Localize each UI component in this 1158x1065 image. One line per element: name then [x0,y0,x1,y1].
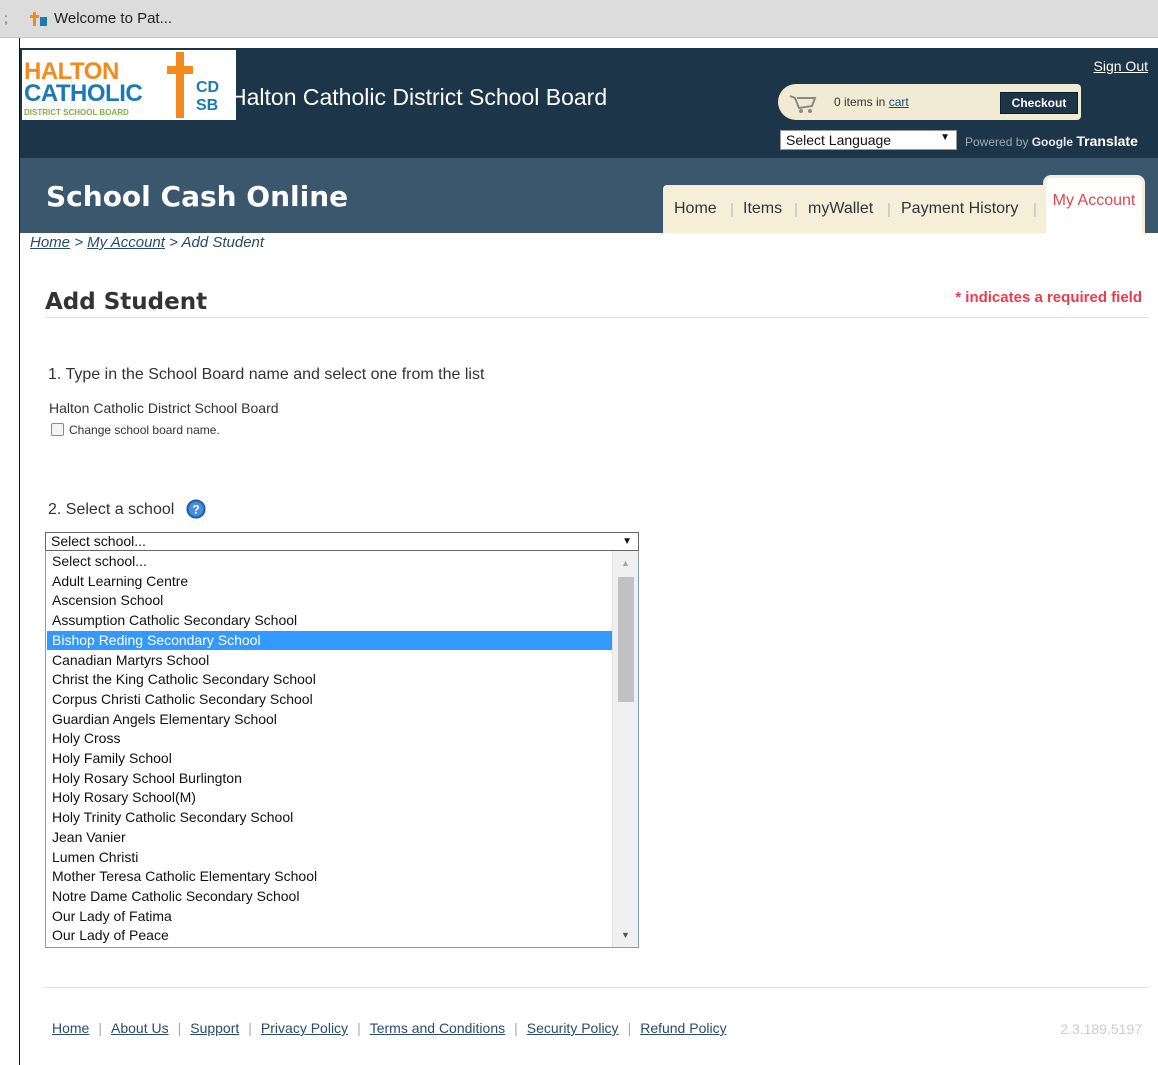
school-option[interactable]: Our Lady of Peace [47,926,613,946]
version-number: 2.3.189.5197 [1060,1021,1142,1037]
footer-link-refund[interactable]: Refund Policy [640,1020,726,1036]
school-option[interactable]: Holy Cross [47,729,613,749]
tab-edge: ; [4,10,8,26]
cart-summary: 0 items in cart [834,95,909,109]
nav-tab-mywallet[interactable]: myWallet [808,200,873,218]
dropdown-arrow-icon: ▼ [622,536,632,547]
dropdown-arrow-icon: ▼ [940,132,950,143]
cart-count-text: 0 items in [834,95,886,109]
school-option[interactable]: Lumen Christi [47,848,613,868]
shopping-cart-icon [789,95,817,113]
nav-tab-items[interactable]: Items [743,200,782,218]
footer-separator: | [627,1020,632,1036]
scroll-up-arrow-icon[interactable]: ▲ [613,551,638,575]
school-option[interactable]: Notre Dame Catholic Secondary School [47,887,613,907]
browser-tab-title[interactable]: Welcome to Pat... [54,10,172,27]
scroll-down-arrow-icon[interactable]: ▼ [613,923,638,947]
page-title: Add Student [45,289,208,315]
footer-link-home[interactable]: Home [52,1020,89,1036]
google-logo-text: Google [1031,135,1074,149]
school-option[interactable]: Corpus Christi Catholic Secondary School [47,690,613,710]
school-option[interactable]: Ascension School [47,591,613,611]
logo-line-catholic: CATHOLIC [24,80,143,107]
nav-band: School Cash Online Home | Items | myWall… [20,158,1158,233]
nav-tab-my-account[interactable]: My Account [1043,175,1145,233]
footer-link-privacy[interactable]: Privacy Policy [261,1020,348,1036]
browser-tab-bar: ; Welcome to Pat... [0,0,1158,38]
school-option[interactable]: Mother Teresa Catholic Elementary School [47,867,613,887]
school-dropdown-list[interactable]: Select school... Adult Learning Centre Asc… [45,551,639,948]
school-option[interactable]: Select school... [47,552,613,572]
language-select[interactable]: Select Language ▼ [780,130,957,150]
google-translate-credit: Powered by Google Translate [965,133,1138,149]
footer-link-terms[interactable]: Terms and Conditions [370,1020,505,1036]
site-title: School Cash Online [46,180,349,213]
nav-tab-payment-history[interactable]: Payment History [901,200,1018,218]
school-option[interactable]: Holy Family School [47,749,613,769]
svg-text:?: ? [192,503,199,517]
school-option[interactable]: Jean Vanier [47,828,613,848]
breadcrumb-separator: > [169,234,178,251]
sign-out-link[interactable]: Sign Out [1094,58,1148,74]
school-option[interactable]: Holy Rosary School Burlington [47,769,613,789]
school-option[interactable]: Our Lady of Fatima [47,907,613,927]
breadcrumb-separator: > [74,234,83,251]
scroll-thumb[interactable] [618,577,634,702]
cart-link[interactable]: cart [889,95,909,109]
school-select-value: Select school... [51,533,146,549]
school-option[interactable]: Bishop Reding Secondary School [47,630,613,651]
board-logo[interactable]: HALTON CATHOLIC DISTRICT SCHOOL BOARD CD… [22,50,236,120]
help-icon[interactable]: ? [186,499,206,519]
breadcrumb-my-account[interactable]: My Account [87,234,165,251]
school-option[interactable]: Canadian Martyrs School [47,651,613,671]
breadcrumb-current: Add Student [181,234,265,251]
footer-link-security[interactable]: Security Policy [527,1020,619,1036]
school-option[interactable]: Guardian Angels Elementary School [47,710,613,730]
school-option[interactable]: Holy Rosary School(M) [47,788,613,808]
school-option[interactable]: Holy Trinity Catholic Secondary School [47,808,613,828]
main-nav: Home | Items | myWallet | Payment Histor… [663,185,1043,233]
board-title: Halton Catholic District School Board [230,84,608,110]
nav-separator: | [1033,201,1037,218]
school-option[interactable]: Assumption Catholic Secondary School [47,611,613,631]
footer-links: Home | About Us | Support | Privacy Policy | Ter… [52,1020,727,1036]
list-scrollbar[interactable]: ▲ ▼ [612,551,638,947]
required-field-note: * indicates a required field [955,289,1142,306]
school-select[interactable]: Select school... ▼ [45,532,639,551]
powered-by-text: Powered by [965,135,1029,149]
nav-separator: | [887,201,891,218]
site-favicon-icon [30,12,47,26]
logo-sb: SB [196,97,219,114]
footer-separator: | [514,1020,518,1036]
footer-separator: | [98,1020,102,1036]
footer-separator: | [357,1020,361,1036]
change-board-row: Change school board name. [51,423,220,437]
school-option[interactable]: Christ the King Catholic Secondary Schoo… [47,670,613,690]
language-select-value: Select Language [786,132,892,148]
breadcrumb-home[interactable]: Home [30,234,70,251]
logo-cd: CD [196,79,220,96]
breadcrumb: Home > My Account > Add Student [30,234,264,251]
footer-divider [45,987,1149,988]
nav-separator: | [794,201,798,218]
footer-link-support[interactable]: Support [190,1020,239,1036]
cross-icon [167,52,193,118]
logo-line-district: DISTRICT SCHOOL BOARD [24,108,129,117]
translate-link[interactable]: Translate [1076,133,1137,149]
footer-separator: | [177,1020,182,1036]
site-header: HALTON CATHOLIC DISTRICT SCHOOL BOARD CD… [20,48,1158,158]
cart-box: 0 items in cart Checkout [778,84,1081,120]
title-divider [45,317,1149,318]
footer-link-about[interactable]: About Us [111,1020,169,1036]
school-option[interactable]: Adult Learning Centre [47,572,613,592]
checkout-button[interactable]: Checkout [1000,92,1078,114]
step1-label: 1. Type in the School Board name and sel… [48,366,485,383]
step2-label: 2. Select a school [48,501,175,518]
nav-separator: | [730,201,734,218]
footer-separator: | [248,1020,252,1036]
change-board-label[interactable]: Change school board name. [69,423,220,437]
change-board-checkbox[interactable] [51,423,64,436]
selected-board-name: Halton Catholic District School Board [49,400,279,416]
nav-tab-home[interactable]: Home [674,200,717,218]
